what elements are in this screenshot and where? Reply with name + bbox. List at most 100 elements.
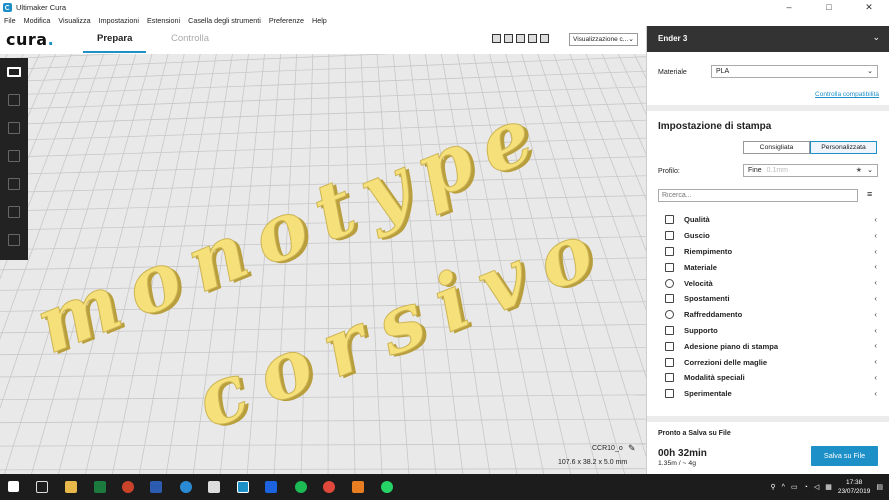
chevron-down-icon: ⌄ [628, 36, 634, 43]
chevron-left-icon: ‹ [874, 278, 877, 288]
menu-toolbox[interactable]: Casella degli strumenti [184, 16, 265, 25]
quality-icon [665, 215, 674, 225]
window-title: Ultimaker Cura [16, 2, 67, 12]
fan-icon [665, 310, 674, 320]
mirror-tool-icon[interactable] [0, 170, 28, 198]
print-settings-title: Impostazione di stampa [658, 121, 772, 132]
view-front-icon[interactable] [504, 34, 513, 43]
model-render[interactable]: monotype monotype corsivo corsivo [0, 54, 646, 474]
chevron-down-icon: ⌄ [867, 68, 873, 75]
minimize-button[interactable]: – [769, 0, 809, 14]
category-mesh-fixes[interactable]: Correzioni delle maglie ‹ [658, 354, 879, 370]
clock[interactable]: 17:38 23/07/2019 [838, 478, 871, 496]
edge-icon[interactable] [180, 481, 192, 493]
chevron-left-icon: ‹ [874, 215, 877, 224]
menu-preferences[interactable]: Preferenze [265, 16, 308, 25]
category-support[interactable]: Supporto ‹ [658, 323, 879, 339]
output-status: Pronto a Salva su File [658, 430, 731, 437]
whatsapp-icon[interactable] [381, 481, 393, 493]
rotate-tool-icon[interactable] [0, 142, 28, 170]
file-explorer-icon[interactable] [65, 481, 77, 493]
category-special-modes[interactable]: Modalità speciali ‹ [658, 370, 879, 386]
task-view-icon[interactable] [36, 481, 48, 493]
custom-button[interactable]: Personalizzata [810, 141, 877, 154]
tab-monitor[interactable]: Controlla [171, 33, 209, 44]
chevron-down-icon: ⌄ [872, 32, 880, 42]
build-plate-viewport[interactable]: monotype monotype corsivo corsivo [0, 54, 646, 474]
star-icon[interactable]: ★ [856, 165, 862, 176]
support-blocker-icon[interactable] [0, 226, 28, 254]
notifications-icon[interactable]: ▤ [876, 483, 883, 491]
pencil-icon[interactable]: ✎ [628, 443, 636, 454]
view-3d-icon[interactable] [492, 34, 501, 43]
material-select[interactable]: PLA ⌄ [711, 65, 878, 78]
chevron-left-icon: ‹ [874, 246, 877, 256]
divider [647, 416, 889, 422]
menu-help[interactable]: Help [308, 16, 331, 25]
move-tool-icon[interactable] [0, 86, 28, 114]
material-icon [665, 262, 674, 272]
keyboard-icon[interactable]: ▦ [825, 483, 832, 491]
view-type-select[interactable]: Visualizzazione c... ⌄ [569, 33, 638, 46]
travel-icon [665, 294, 674, 304]
word-icon[interactable] [150, 481, 162, 493]
chevron-down-icon: ⌄ [867, 167, 873, 174]
print-settings-panel: Ender 3 ⌄ Materiale PLA ⌄ Controlla compa… [646, 26, 889, 474]
mesh-fixes-icon [665, 357, 674, 367]
powerpoint-icon[interactable] [122, 481, 134, 493]
open-file-icon[interactable] [0, 58, 28, 86]
category-adhesion[interactable]: Adesione piano di stampa ‹ [658, 338, 879, 354]
profile-select[interactable]: Fine 0.1mm ★ ⌄ [743, 164, 878, 177]
mail-icon[interactable] [208, 481, 220, 493]
spotify-icon[interactable] [295, 481, 307, 493]
cura-taskbar-icon[interactable] [237, 481, 249, 493]
close-button[interactable]: ✕ [849, 0, 889, 14]
network-icon[interactable]: ◔ [804, 484, 808, 491]
chevron-left-icon: ‹ [874, 230, 877, 240]
battery-icon[interactable]: ▭ [791, 483, 798, 491]
hamburger-menu-icon[interactable]: ≡ [867, 189, 872, 199]
dropbox-icon[interactable] [265, 481, 277, 493]
menu-view[interactable]: Visualizza [54, 16, 94, 25]
object-name: CCR10_o [592, 445, 623, 452]
material-label: Materiale [658, 69, 687, 76]
chevron-left-icon: ‹ [874, 341, 877, 351]
menu-edit[interactable]: Modifica [20, 16, 55, 25]
cura-logo: cura. [6, 30, 55, 49]
category-cooling[interactable]: Raffreddamento ‹ [658, 307, 879, 323]
maximize-button[interactable]: □ [809, 0, 849, 14]
category-travel[interactable]: Spostamenti ‹ [658, 291, 879, 307]
category-material[interactable]: Materiale ‹ [658, 259, 879, 275]
settings-categories: Qualità ‹ Guscio ‹ Riempimento ‹ Materiale ‹… [658, 212, 879, 402]
chevron-left-icon: ‹ [874, 262, 877, 272]
category-infill[interactable]: Riempimento ‹ [658, 244, 879, 260]
category-speed[interactable]: Velocità ‹ [658, 275, 879, 291]
excel-icon[interactable] [94, 481, 106, 493]
fusion-icon[interactable] [352, 481, 364, 493]
category-shell[interactable]: Guscio ‹ [658, 228, 879, 244]
menu-extensions[interactable]: Estensioni [143, 16, 184, 25]
printer-selector[interactable]: Ender 3 ⌄ [647, 26, 889, 52]
chrome-icon[interactable] [323, 481, 335, 493]
view-right-icon[interactable] [540, 34, 549, 43]
title-bar: Ultimaker Cura – □ ✕ [0, 0, 889, 14]
windows-start-icon[interactable] [8, 481, 19, 492]
category-quality[interactable]: Qualità ‹ [658, 212, 879, 228]
recommended-button[interactable]: Consigliata [743, 141, 810, 154]
view-left-icon[interactable] [528, 34, 537, 43]
settings-search-input[interactable] [658, 189, 858, 202]
per-model-settings-icon[interactable] [0, 198, 28, 226]
volume-icon[interactable]: ◁ [814, 483, 819, 491]
view-top-icon[interactable] [516, 34, 525, 43]
menu-bar: File Modifica Visualizza Impostazioni Es… [0, 14, 889, 26]
people-icon[interactable]: ⚲ [771, 483, 776, 491]
chevron-up-icon[interactable]: ^ [782, 484, 785, 491]
category-experimental[interactable]: Sperimentale ‹ [658, 386, 879, 402]
menu-settings[interactable]: Impostazioni [95, 16, 143, 25]
scale-tool-icon[interactable] [0, 114, 28, 142]
menu-file[interactable]: File [0, 16, 20, 25]
compatibility-link[interactable]: Controlla compatibilità [815, 91, 879, 98]
tab-prepare[interactable]: Prepara [97, 33, 132, 44]
save-to-file-button[interactable]: Salva su File [811, 446, 878, 466]
chevron-left-icon: ‹ [874, 357, 877, 367]
